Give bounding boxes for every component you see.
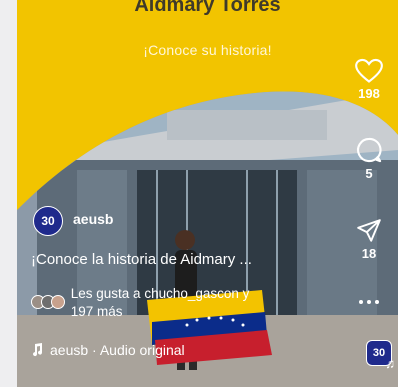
comment-icon (357, 137, 382, 163)
reel-card[interactable]: Aidmary Torres ¡Conoce su historia! 198 … (17, 0, 398, 387)
audio-row[interactable]: aeusb · Audio original (31, 342, 185, 358)
post-caption[interactable]: ¡Conoce la historia de Aidmary ... (31, 251, 252, 268)
share-action[interactable]: 18 (350, 218, 388, 261)
audio-label: aeusb · Audio original (50, 342, 185, 358)
left-margin (0, 0, 17, 387)
liked-by-line1: Les gusta a chucho_gascon y (70, 286, 250, 301)
heart-icon (355, 58, 383, 83)
reel-photo (17, 91, 398, 387)
banner: Aidmary Torres ¡Conoce su historia! (17, 0, 398, 58)
comment-action[interactable]: 5 (350, 136, 388, 181)
send-icon (357, 219, 381, 242)
account-username[interactable]: aeusb (73, 211, 113, 227)
more-icon (359, 300, 379, 304)
liked-by[interactable]: Les gusta a chucho_gascon y 197 más (31, 285, 249, 321)
comment-count: 5 (365, 166, 373, 181)
reel-viewer: Aidmary Torres ¡Conoce su historia! 198 … (0, 0, 398, 387)
banner-subtitle: ¡Conoce su historia! (143, 42, 272, 58)
account-avatar[interactable]: 30 (33, 206, 63, 236)
music-note-icon (33, 343, 43, 357)
like-action[interactable]: 198 (350, 58, 388, 101)
like-count: 198 (358, 86, 380, 101)
banner-name: Aidmary Torres (134, 0, 281, 16)
audio-note-icon: ♫ (385, 356, 395, 371)
share-count: 18 (361, 246, 377, 261)
more-action[interactable] (350, 298, 388, 306)
liked-by-line2: 197 más (70, 304, 123, 319)
liked-by-avatars (31, 294, 65, 312)
